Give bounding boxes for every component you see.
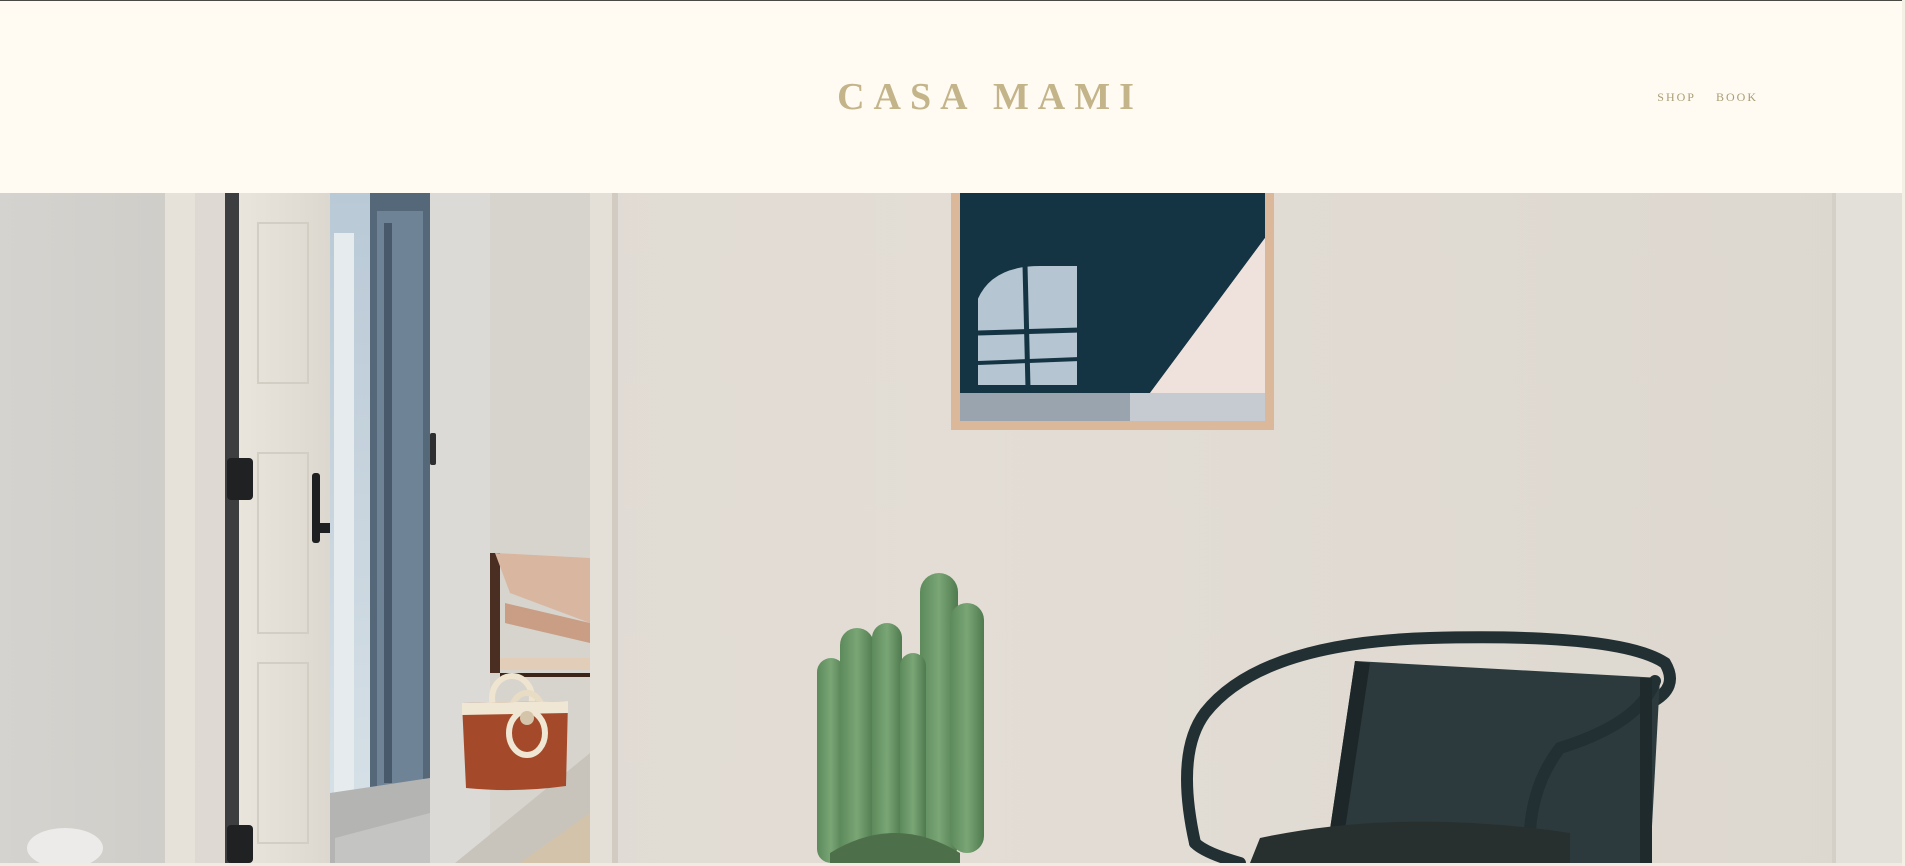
main-nav: SHOP BOOK bbox=[1657, 90, 1758, 105]
site-header: CASA MAMI SHOP BOOK bbox=[0, 1, 1905, 193]
nav-item-shop[interactable]: SHOP bbox=[1657, 90, 1696, 105]
nav-item-book[interactable]: BOOK bbox=[1716, 90, 1758, 105]
left-wall bbox=[0, 193, 190, 863]
framed-art-illustration bbox=[951, 193, 1274, 430]
site-logo[interactable]: CASA MAMI bbox=[0, 75, 1905, 119]
page: CASA MAMI SHOP BOOK bbox=[0, 0, 1905, 866]
hero-photo-illustration bbox=[0, 193, 1902, 863]
hero-image bbox=[0, 193, 1902, 863]
